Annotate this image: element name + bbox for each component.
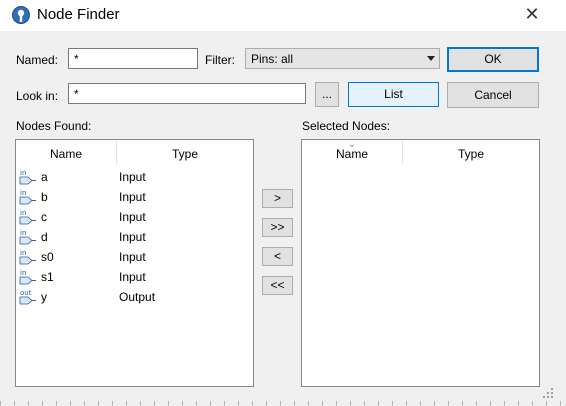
list-button[interactable]: List bbox=[348, 82, 439, 107]
sort-indicator-icon: ⌄ bbox=[347, 139, 357, 150]
svg-text:in: in bbox=[20, 229, 26, 237]
add-all-button[interactable]: >> bbox=[262, 218, 293, 237]
table-row[interactable]: in s0 Input bbox=[16, 247, 253, 267]
named-input[interactable]: * bbox=[68, 48, 198, 69]
nodes-found-list[interactable]: Name Type in a Input in b Input in c Input in d Inp… bbox=[15, 139, 254, 387]
named-label: Named: bbox=[16, 53, 59, 67]
resize-grip-icon[interactable] bbox=[540, 386, 554, 400]
add-selected-button[interactable]: > bbox=[262, 189, 293, 208]
node-name: a bbox=[41, 170, 48, 184]
nodes-found-name-header[interactable]: Name bbox=[16, 140, 117, 165]
selected-nodes-type-header-label: Type bbox=[457, 147, 484, 161]
node-name: c bbox=[41, 210, 47, 224]
node-name: s0 bbox=[41, 250, 54, 264]
selected-nodes-label: Selected Nodes: bbox=[302, 119, 391, 133]
filter-selected-value: Pins: all bbox=[251, 52, 294, 66]
table-row[interactable]: in d Input bbox=[16, 227, 253, 247]
table-row[interactable]: in c Input bbox=[16, 207, 253, 227]
node-type: Input bbox=[119, 190, 146, 204]
title-bar: Node Finder ✕ bbox=[0, 0, 566, 31]
node-type: Input bbox=[119, 250, 146, 264]
filter-select[interactable]: Pins: all bbox=[245, 48, 440, 69]
table-row[interactable]: out y Output bbox=[16, 287, 253, 307]
input-pin-icon: in bbox=[19, 209, 36, 225]
ok-button[interactable]: OK bbox=[447, 47, 539, 72]
remove-selected-button[interactable]: < bbox=[262, 247, 293, 266]
selected-nodes-name-header[interactable]: Name ⌄ bbox=[302, 139, 403, 165]
output-pin-icon: out bbox=[19, 289, 36, 305]
node-name: s1 bbox=[41, 270, 54, 284]
remove-all-button[interactable]: << bbox=[262, 276, 293, 295]
node-name: b bbox=[41, 190, 48, 204]
input-pin-icon: in bbox=[19, 269, 36, 285]
selected-nodes-list[interactable]: Name ⌄ Type bbox=[301, 139, 540, 387]
nodes-found-name-header-label: Name bbox=[49, 147, 82, 161]
svg-text:in: in bbox=[20, 189, 26, 197]
node-type: Output bbox=[119, 290, 156, 304]
node-name: d bbox=[41, 230, 48, 244]
nodes-found-label: Nodes Found: bbox=[16, 119, 92, 133]
input-pin-icon: in bbox=[19, 169, 36, 185]
table-row[interactable]: in b Input bbox=[16, 187, 253, 207]
svg-text:in: in bbox=[20, 169, 26, 177]
look-in-input[interactable]: * bbox=[68, 83, 306, 104]
svg-text:in: in bbox=[20, 269, 26, 277]
input-pin-icon: in bbox=[19, 249, 36, 265]
table-row[interactable]: in s1 Input bbox=[16, 267, 253, 287]
bottom-edge-ticks bbox=[0, 401, 566, 406]
cancel-button[interactable]: Cancel bbox=[447, 82, 539, 108]
nodes-found-type-header-label: Type bbox=[171, 147, 198, 161]
input-pin-icon: in bbox=[19, 189, 36, 205]
svg-text:in: in bbox=[20, 209, 26, 217]
svg-text:out: out bbox=[20, 289, 32, 297]
browse-button[interactable]: ... bbox=[315, 82, 339, 107]
chevron-down-icon bbox=[427, 56, 435, 61]
close-icon[interactable]: ✕ bbox=[518, 4, 546, 26]
filter-label: Filter: bbox=[205, 53, 235, 67]
nodes-found-type-header[interactable]: Type bbox=[117, 140, 253, 165]
node-name: y bbox=[41, 290, 47, 304]
look-in-label: Look in: bbox=[16, 89, 59, 103]
node-type: Input bbox=[119, 210, 146, 224]
svg-text:in: in bbox=[20, 249, 26, 257]
node-finder-app-icon bbox=[12, 6, 30, 24]
node-type: Input bbox=[119, 270, 146, 284]
input-pin-icon: in bbox=[19, 229, 36, 245]
node-type: Input bbox=[119, 170, 146, 184]
selected-nodes-type-header[interactable]: Type bbox=[403, 140, 539, 165]
window-title: Node Finder bbox=[37, 6, 120, 23]
table-row[interactable]: in a Input bbox=[16, 167, 253, 187]
node-type: Input bbox=[119, 230, 146, 244]
